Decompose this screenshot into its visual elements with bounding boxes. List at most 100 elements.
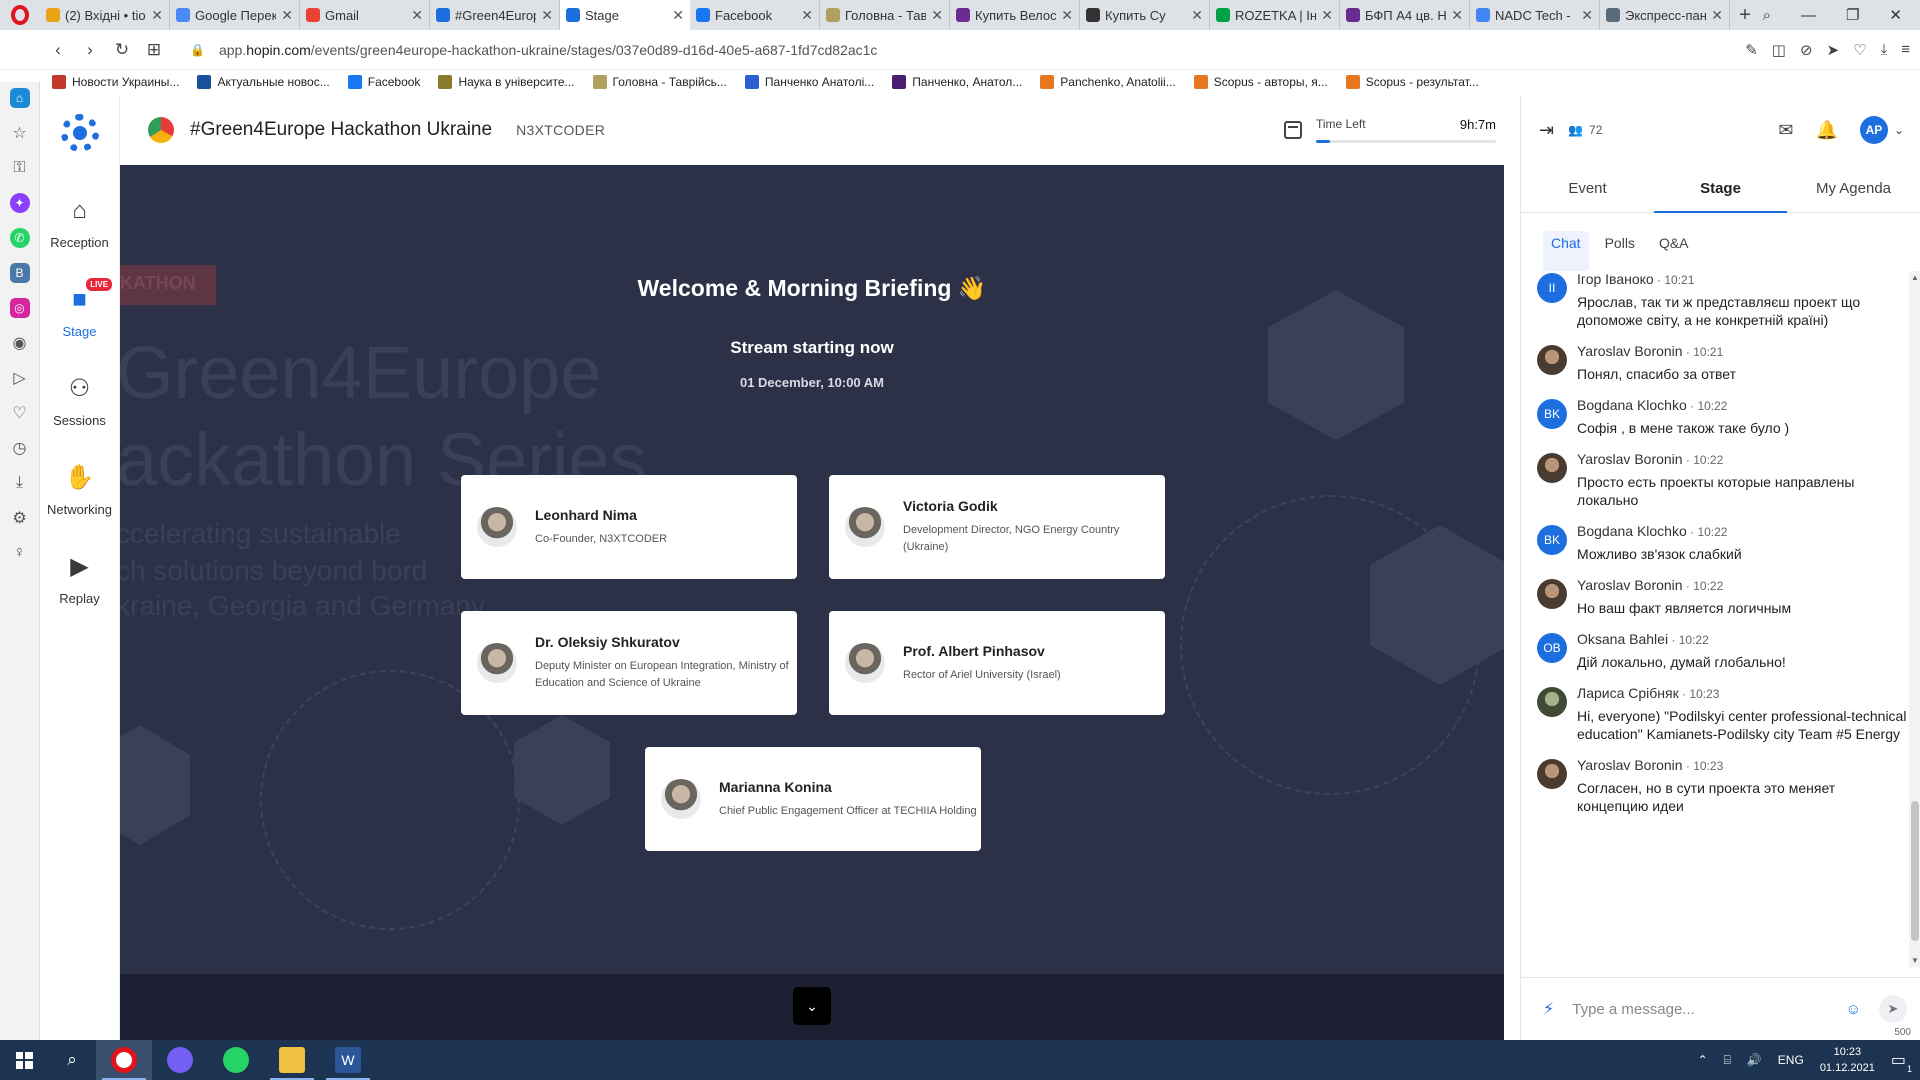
close-tab-icon[interactable]: ✕ — [411, 7, 423, 24]
browser-tab[interactable]: NADC Tech - ✕ — [1470, 0, 1600, 30]
user-menu[interactable]: AP ⌄ — [1859, 116, 1904, 144]
bookmark-item[interactable]: Головна - Таврійсь... — [592, 75, 727, 89]
chat-avatar[interactable]: IІ — [1537, 273, 1567, 303]
bookmark-item[interactable]: Facebook — [347, 75, 420, 89]
tab-stage[interactable]: Stage — [1654, 165, 1787, 213]
close-tab-icon[interactable]: ✕ — [281, 7, 293, 24]
grid-icon[interactable]: ⊞ — [138, 40, 170, 60]
extensions-icon[interactable]: ⚿ — [10, 158, 30, 178]
close-tab-icon[interactable]: ✕ — [541, 7, 553, 24]
browser-tab[interactable]: ROZETKA | Ін ✕ — [1210, 0, 1340, 30]
chat-author[interactable]: Лариса Срібняк — [1577, 685, 1679, 701]
close-tab-icon[interactable]: ✕ — [1191, 7, 1203, 24]
chevron-down-icon[interactable]: ⌄ — [793, 987, 831, 1025]
browser-tab[interactable]: Купить Велос ✕ — [950, 0, 1080, 30]
nav-replay[interactable]: ▶ Replay — [40, 536, 120, 625]
start-button[interactable] — [0, 1040, 48, 1080]
speaker-card[interactable]: Marianna Konina Chief Public Engagement O… — [645, 747, 981, 851]
chat-avatar[interactable] — [1537, 579, 1567, 609]
taskbar-explorer[interactable] — [264, 1040, 320, 1080]
volume-icon[interactable]: 🔊 — [1747, 1053, 1762, 1067]
lightning-icon[interactable]: ⚡ — [1543, 999, 1554, 1019]
close-tab-icon[interactable]: ✕ — [1321, 7, 1333, 24]
taskbar-whatsapp[interactable] — [208, 1040, 264, 1080]
subtab-polls[interactable]: Polls — [1597, 231, 1643, 271]
browser-tab[interactable]: Stage ✕ — [560, 0, 690, 30]
reload-icon[interactable]: ↻ — [106, 40, 138, 60]
chat-author[interactable]: Oksana Bahlei — [1577, 631, 1668, 647]
scroll-up-icon[interactable]: ▲ — [1911, 273, 1919, 282]
chat-avatar[interactable] — [1537, 687, 1567, 717]
player-icon[interactable]: ◉ — [10, 333, 30, 353]
scroll-down-icon[interactable]: ▼ — [1911, 956, 1919, 965]
chat-scrollbar[interactable]: ▲ ▼ — [1909, 271, 1920, 967]
menu-icon[interactable]: ≡ — [1901, 41, 1910, 59]
browser-tab[interactable]: Экспресс-пан ✕ — [1600, 0, 1730, 30]
bell-icon[interactable]: 🔔 — [1816, 120, 1838, 141]
bookmark-item[interactable]: Панченко Анатолі... — [744, 75, 874, 89]
search-tabs-icon[interactable]: ⌕ — [1763, 7, 1771, 24]
message-input[interactable] — [1572, 1000, 1828, 1018]
close-tab-icon[interactable]: ✕ — [1711, 7, 1723, 24]
messenger-icon[interactable]: ✦ — [9, 193, 30, 213]
chat-messages[interactable]: IІ Ігор Іваноко · 10:21 Ярослав, так ти ж … — [1521, 271, 1909, 957]
close-window-icon[interactable]: ✕ — [1889, 6, 1902, 24]
chat-author[interactable]: Bogdana Klochko — [1577, 523, 1687, 539]
browser-tab[interactable]: Google Переклад ✕ — [170, 0, 300, 30]
tips-icon[interactable]: ♀ — [10, 543, 30, 563]
settings-icon[interactable]: ⚙ — [10, 508, 30, 528]
browser-tab[interactable]: Gmail ✕ — [300, 0, 430, 30]
nav-networking[interactable]: ✋ Networking — [40, 447, 120, 536]
calendar-icon[interactable] — [1284, 121, 1302, 139]
browser-tab[interactable]: #Green4Europe ✕ — [430, 0, 560, 30]
chat-avatar[interactable] — [1537, 759, 1567, 789]
whatsapp-icon[interactable]: ✆ — [9, 228, 30, 248]
bookmark-item[interactable]: Panchenko, Anatolii... — [1040, 75, 1176, 89]
bookmark-item[interactable]: Актуальные новос... — [197, 75, 330, 89]
speaker-card[interactable]: Prof. Albert Pinhasov Rector of Ariel Uni… — [829, 611, 1165, 715]
adblock-icon[interactable]: ⊘ — [1800, 41, 1813, 59]
heart-icon[interactable]: ♡ — [1853, 41, 1866, 59]
opera-menu-icon[interactable] — [0, 0, 40, 30]
close-tab-icon[interactable]: ✕ — [151, 7, 163, 24]
browser-tab[interactable]: Facebook ✕ — [690, 0, 820, 30]
back-icon[interactable]: ‹ — [42, 40, 74, 60]
chat-avatar[interactable]: BK — [1537, 525, 1567, 555]
speaker-card[interactable]: Leonhard Nima Co-Founder, N3XTCODER — [461, 475, 797, 579]
history-icon[interactable]: ◷ — [10, 438, 30, 458]
event-organizer[interactable]: N3XTCODER — [516, 122, 605, 138]
nav-reception[interactable]: ⌂ Reception — [40, 180, 120, 269]
chat-author[interactable]: Ігор Іваноко — [1577, 271, 1654, 287]
nav-sessions[interactable]: ⚇ Sessions — [40, 358, 120, 447]
download-icon[interactable]: ⤓ — [1881, 41, 1888, 59]
clock[interactable]: 10:23 01.12.2021 — [1820, 1044, 1875, 1076]
forward-icon[interactable]: › — [74, 40, 106, 60]
close-tab-icon[interactable]: ✕ — [1451, 7, 1463, 24]
collapse-panel-icon[interactable]: ⇥ — [1539, 120, 1554, 141]
chat-author[interactable]: Yaroslav Boronin — [1577, 757, 1683, 773]
browser-tab[interactable]: (2) Вхідні • tio ✕ — [40, 0, 170, 30]
bookmark-item[interactable]: Новости Украины... — [52, 75, 179, 89]
scrollbar-thumb[interactable] — [1911, 801, 1919, 941]
close-tab-icon[interactable]: ✕ — [931, 7, 943, 24]
bookmark-item[interactable]: Scopus - авторы, я... — [1193, 75, 1328, 89]
taskbar-opera[interactable] — [96, 1040, 152, 1080]
bookmark-item[interactable]: Наука в університе... — [438, 75, 575, 89]
edit-icon[interactable]: ✎ — [1745, 41, 1758, 59]
chat-author[interactable]: Yaroslav Boronin — [1577, 451, 1683, 467]
chat-author[interactable]: Yaroslav Boronin — [1577, 343, 1683, 359]
speaker-card[interactable]: Victoria Godik Development Director, NGO … — [829, 475, 1165, 579]
send-icon[interactable]: ➤ — [1879, 995, 1907, 1023]
chat-author[interactable]: Yaroslav Boronin — [1577, 577, 1683, 593]
subtab-qa[interactable]: Q&A — [1651, 231, 1697, 271]
send-icon[interactable]: ➤ — [1827, 41, 1840, 59]
notifications-icon[interactable]: ▭ 1 — [1891, 1050, 1912, 1074]
url-field[interactable]: 🔒 app.hopin.com/events/green4europe-hack… — [190, 42, 877, 58]
close-tab-icon[interactable]: ✕ — [1061, 7, 1073, 24]
new-tab-button[interactable]: + — [1730, 4, 1760, 27]
downloads-icon[interactable]: ⤓ — [10, 473, 30, 493]
speaker-card[interactable]: Dr. Oleksiy Shkuratov Deputy Minister on … — [461, 611, 797, 715]
minimize-icon[interactable]: — — [1801, 7, 1816, 24]
subtab-chat[interactable]: Chat — [1543, 231, 1589, 271]
chat-avatar[interactable] — [1537, 453, 1567, 483]
